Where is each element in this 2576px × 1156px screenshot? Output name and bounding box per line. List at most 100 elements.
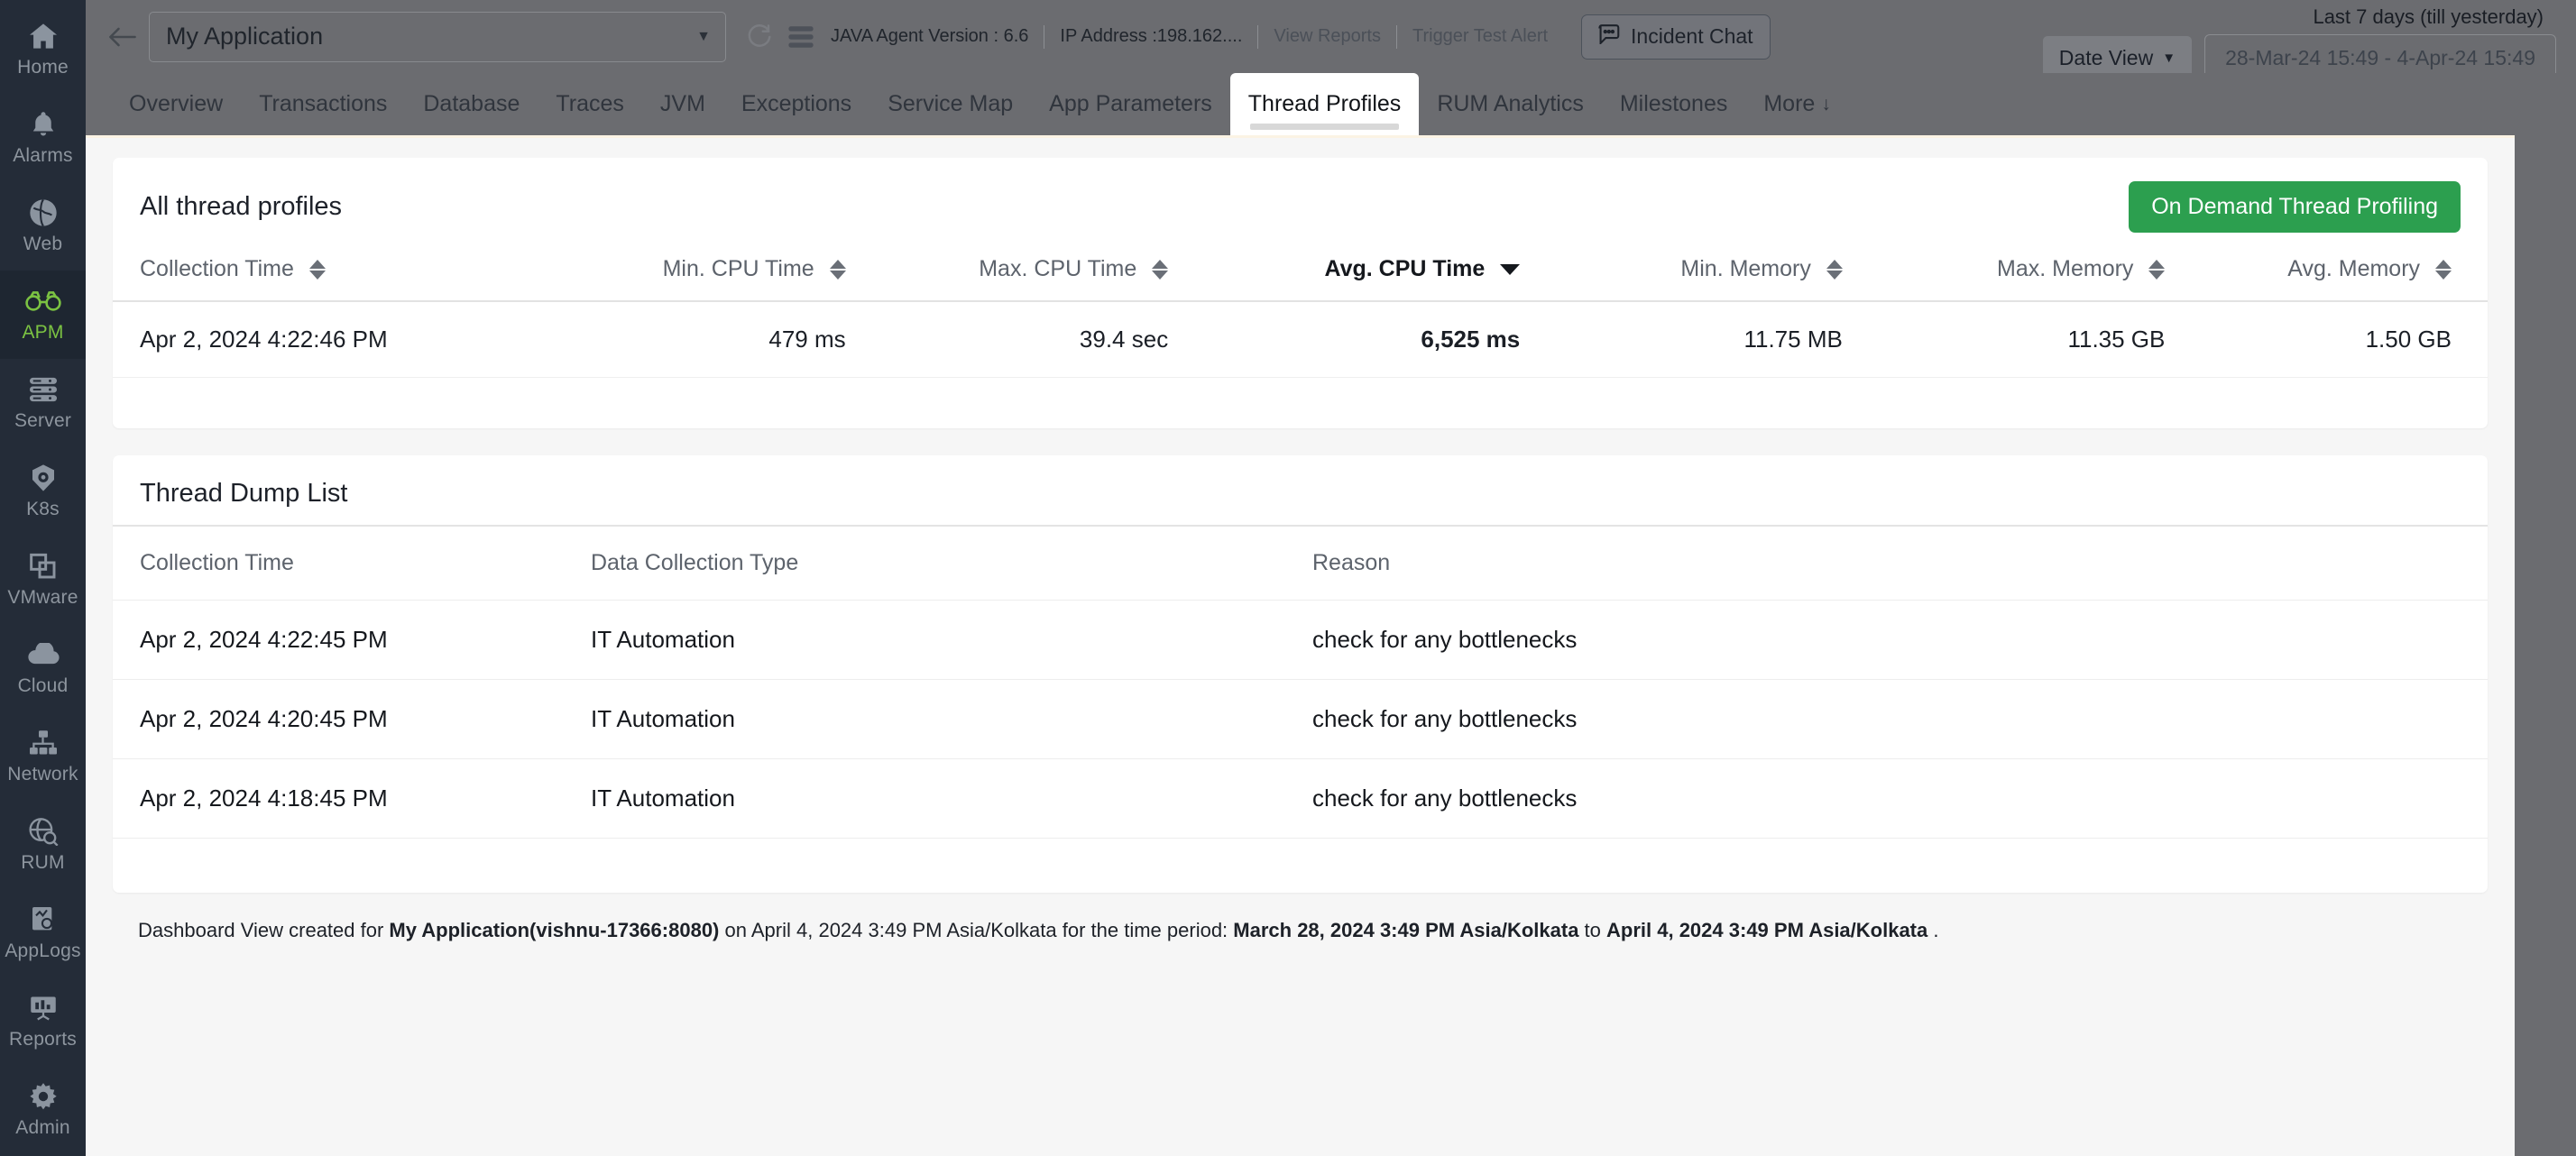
chevron-down-icon: ▼ bbox=[2162, 50, 2176, 66]
sidebar-label: K8s bbox=[26, 499, 60, 519]
cell-max-memory: 11.35 GB bbox=[1842, 301, 2166, 378]
sidebar-item-applogs[interactable]: AppLogs bbox=[0, 889, 86, 977]
col-label: Max. CPU Time bbox=[979, 256, 1137, 281]
footer-mid-2: to bbox=[1578, 919, 1607, 941]
sidebar-item-home[interactable]: Home bbox=[0, 5, 86, 94]
sort-both-icon[interactable] bbox=[2148, 260, 2166, 280]
cell-reason: check for any bottlenecks bbox=[1312, 758, 2488, 839]
footer-app-name: My Application(vishnu-17366:8080) bbox=[389, 919, 720, 941]
cell-collection-time: Apr 2, 2024 4:18:45 PM bbox=[113, 758, 591, 839]
tab-database[interactable]: Database bbox=[405, 73, 538, 135]
col-avg-cpu-time[interactable]: Avg. CPU Time bbox=[1168, 243, 1521, 302]
col-max-cpu-time[interactable]: Max. CPU Time bbox=[845, 243, 1169, 302]
sort-both-icon[interactable] bbox=[829, 260, 846, 280]
home-icon bbox=[25, 21, 61, 51]
tab-milestones[interactable]: Milestones bbox=[1602, 73, 1746, 135]
cell-avg-memory: 1.50 GB bbox=[2165, 301, 2488, 378]
trigger-test-alert-link[interactable]: Trigger Test Alert bbox=[1397, 26, 1563, 47]
server-icon bbox=[25, 374, 61, 405]
col-min-cpu-time[interactable]: Min. CPU Time bbox=[523, 243, 846, 302]
col-label: Avg. CPU Time bbox=[1324, 256, 1486, 281]
tab-thread-profiles[interactable]: Thread Profiles bbox=[1229, 73, 1420, 135]
hamburger-menu-icon[interactable] bbox=[787, 25, 814, 49]
sidebar-item-network[interactable]: Network bbox=[0, 712, 86, 801]
sort-both-icon[interactable] bbox=[1152, 260, 1169, 280]
table-row[interactable]: Apr 2, 2024 4:22:45 PM IT Automation che… bbox=[113, 600, 2488, 680]
tab-label: Transactions bbox=[259, 91, 388, 116]
application-selector[interactable]: My Application ▼ bbox=[149, 11, 726, 62]
table-row[interactable]: Apr 2, 2024 4:22:46 PM 479 ms 39.4 sec 6… bbox=[113, 301, 2488, 378]
col-collection-time[interactable]: Collection Time bbox=[113, 243, 524, 302]
sidebar-item-alarms[interactable]: Alarms bbox=[0, 94, 86, 182]
tab-jvm[interactable]: JVM bbox=[642, 73, 723, 135]
table-row[interactable]: Apr 2, 2024 4:18:45 PM IT Automation che… bbox=[113, 758, 2488, 839]
all-thread-profiles-card: All thread profiles On Demand Thread Pro… bbox=[113, 158, 2488, 428]
cell-data-collection-type: IT Automation bbox=[591, 679, 1312, 759]
tab-transactions[interactable]: Transactions bbox=[241, 73, 405, 135]
tab-overview[interactable]: Overview bbox=[111, 73, 241, 135]
col-avg-memory[interactable]: Avg. Memory bbox=[2165, 243, 2488, 302]
sidebar-label: Reports bbox=[9, 1029, 77, 1050]
col-min-memory[interactable]: Min. Memory bbox=[1520, 243, 1843, 302]
cell-reason: check for any bottlenecks bbox=[1312, 679, 2488, 759]
all-thread-profiles-table: Collection Time Min. CPU Time Max. CPU T… bbox=[113, 243, 2488, 378]
sidebar-item-reports[interactable]: Reports bbox=[0, 977, 86, 1066]
arrow-down-icon: ↓ bbox=[1821, 93, 1831, 115]
page-content: All thread profiles On Demand Thread Pro… bbox=[86, 135, 2515, 1156]
sidebar-item-cloud[interactable]: Cloud bbox=[0, 624, 86, 712]
page-title: All thread profiles bbox=[140, 192, 343, 221]
tab-rum-analytics[interactable]: RUM Analytics bbox=[1419, 73, 1602, 135]
view-reports-link[interactable]: View Reports bbox=[1258, 26, 1396, 47]
tab-service-map[interactable]: Service Map bbox=[869, 73, 1031, 135]
thread-dump-list-card: Thread Dump List Collection Time Data Co… bbox=[113, 455, 2488, 893]
cell-data-collection-type: IT Automation bbox=[591, 758, 1312, 839]
sort-both-icon[interactable] bbox=[1826, 260, 1843, 280]
cloud-icon bbox=[25, 639, 61, 670]
ip-address: IP Address :198.162.... bbox=[1060, 26, 1243, 46]
dashboard-footer-note: Dashboard View created for My Applicatio… bbox=[86, 893, 2515, 945]
sort-both-icon[interactable] bbox=[308, 260, 326, 280]
tab-label: App Parameters bbox=[1049, 91, 1212, 116]
network-icon bbox=[25, 728, 61, 758]
tab-label: RUM Analytics bbox=[1437, 91, 1584, 116]
chevron-down-icon: ▼ bbox=[696, 28, 711, 44]
sidebar-label: Cloud bbox=[17, 675, 69, 696]
cell-data-collection-type: IT Automation bbox=[591, 600, 1312, 680]
sidebar-label: Server bbox=[14, 410, 72, 431]
table-row[interactable]: Apr 2, 2024 4:20:45 PM IT Automation che… bbox=[113, 679, 2488, 759]
kubernetes-icon bbox=[25, 463, 61, 493]
footer-mid-1: on April 4, 2024 3:49 PM Asia/Kolkata fo… bbox=[719, 919, 1234, 941]
sidebar-item-admin[interactable]: Admin bbox=[0, 1066, 86, 1154]
footer-period-from: March 28, 2024 3:49 PM Asia/Kolkata bbox=[1233, 919, 1579, 941]
sort-both-icon[interactable] bbox=[2435, 260, 2452, 280]
refresh-icon[interactable] bbox=[746, 23, 773, 50]
sidebar-label: APM bbox=[22, 322, 64, 343]
sidebar-item-k8s[interactable]: K8s bbox=[0, 447, 86, 536]
back-arrow-icon[interactable] bbox=[102, 16, 143, 58]
sort-desc-icon[interactable] bbox=[1500, 264, 1521, 276]
incident-chat-button[interactable]: Incident Chat bbox=[1581, 14, 1771, 60]
tab-label: Milestones bbox=[1619, 91, 1728, 116]
cell-collection-time: Apr 2, 2024 4:22:45 PM bbox=[113, 600, 591, 680]
tab-more[interactable]: More ↓ bbox=[1745, 73, 1848, 135]
binoculars-icon bbox=[24, 286, 61, 317]
col-max-memory[interactable]: Max. Memory bbox=[1842, 243, 2166, 302]
sidebar-label: Home bbox=[17, 57, 69, 78]
sidebar-item-rum[interactable]: RUM bbox=[0, 801, 86, 889]
bell-icon bbox=[25, 109, 61, 140]
sidebar-item-apm[interactable]: APM bbox=[0, 271, 86, 359]
sidebar-item-server[interactable]: Server bbox=[0, 359, 86, 447]
gear-icon bbox=[25, 1081, 61, 1112]
application-root: Home Alarms Web APM Server K8s VMware Cl… bbox=[0, 0, 2576, 1156]
tab-label: More bbox=[1763, 91, 1816, 116]
on-demand-thread-profiling-button[interactable]: On Demand Thread Profiling bbox=[2129, 181, 2461, 233]
col-label: Min. CPU Time bbox=[662, 256, 814, 281]
footer-prefix: Dashboard View created for bbox=[138, 919, 390, 941]
table-header-row: Collection Time Data Collection Type Rea… bbox=[113, 526, 2488, 601]
tab-exceptions[interactable]: Exceptions bbox=[723, 73, 869, 135]
sidebar-item-vmware[interactable]: VMware bbox=[0, 536, 86, 624]
tab-app-parameters[interactable]: App Parameters bbox=[1031, 73, 1230, 135]
tab-traces[interactable]: Traces bbox=[538, 73, 641, 135]
sidebar-item-web[interactable]: Web bbox=[0, 182, 86, 271]
sidebar-label: Alarms bbox=[13, 145, 73, 166]
